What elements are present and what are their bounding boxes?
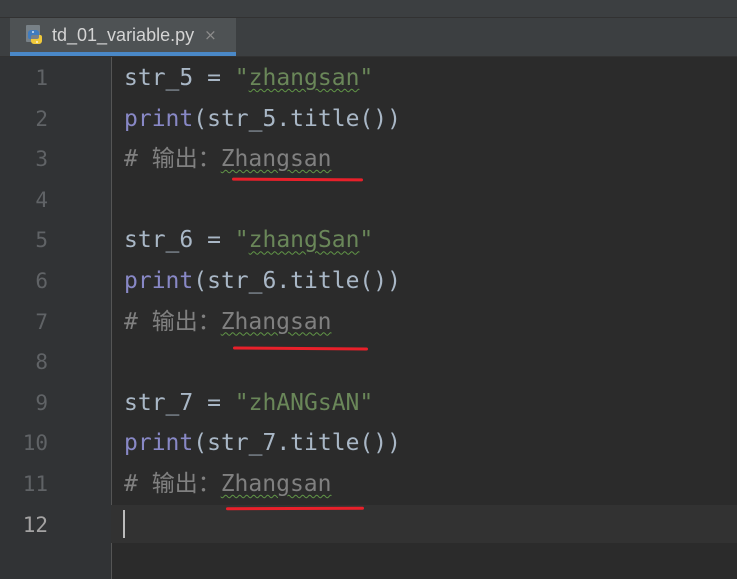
code-text[interactable]: str_7 = "zhANGsAN" (124, 383, 373, 423)
code-line[interactable]: 3 # 输出：Zhangsan (0, 139, 737, 179)
line-number[interactable]: 6 (0, 261, 48, 301)
code-token: Zhangsan (220, 471, 332, 497)
code-token: # 输出： (124, 146, 221, 173)
line-number[interactable]: 7 (0, 302, 48, 342)
code-text[interactable]: str_5 = "zhangsan" (124, 58, 373, 98)
top-toolbar-strip (0, 0, 737, 18)
code-token: " (234, 65, 249, 91)
line-number[interactable]: 11 (0, 464, 48, 504)
code-line[interactable]: 5 str_6 = "zhangSan" (0, 220, 737, 260)
code-token: (str_6.title()) (193, 268, 401, 294)
code-token: zhangSan (248, 227, 360, 254)
line-number[interactable]: 9 (0, 383, 48, 423)
code-token: "zhANGsAN" (234, 389, 374, 416)
code-text[interactable]: # 输出：Zhangsan (124, 139, 331, 179)
code-text[interactable]: # 输出：Zhangsan (124, 464, 331, 504)
tab-close-icon[interactable]: × (204, 26, 217, 44)
code-token: str_5 = (124, 65, 235, 91)
python-file-icon (24, 24, 46, 46)
code-line[interactable]: 11 # 输出：Zhangsan (0, 464, 737, 504)
code-token: " (359, 65, 374, 91)
code-line[interactable]: 9 str_7 = "zhANGsAN" (0, 383, 737, 423)
code-line[interactable]: 2 print(str_5.title()) (0, 99, 737, 139)
code-line[interactable]: 8 (0, 342, 737, 382)
line-number[interactable]: 1 (0, 58, 48, 98)
code-text[interactable]: str_6 = "zhangSan" (124, 220, 373, 260)
line-number[interactable]: 12 (0, 505, 48, 545)
code-token: # 输出： (124, 471, 221, 497)
line-number[interactable]: 10 (0, 423, 48, 463)
code-token: Zhangsan (220, 146, 332, 173)
line-number[interactable]: 4 (0, 180, 48, 220)
code-text[interactable]: # 输出：Zhangsan (124, 302, 331, 342)
code-token: print (124, 105, 194, 132)
editor-tab-bar: td_01_variable.py × (0, 18, 737, 57)
ide-window: td_01_variable.py × 1 str_5 = "zhangsan" 2… (0, 0, 737, 579)
tab-filename: td_01_variable.py (52, 24, 195, 45)
code-token: Zhangsan (220, 308, 332, 335)
line-number[interactable]: 3 (0, 139, 48, 179)
line-number[interactable]: 2 (0, 99, 48, 139)
code-token: str_7 = (124, 389, 235, 416)
code-token: print (124, 268, 194, 294)
code-token: zhangsan (248, 65, 360, 91)
editor-tab[interactable]: td_01_variable.py × (10, 18, 236, 56)
code-line[interactable]: 12 (0, 505, 737, 545)
code-token: " (359, 227, 374, 254)
red-annotation-underline (225, 506, 365, 511)
line-number[interactable]: 8 (0, 342, 48, 382)
code-token: # 输出： (124, 308, 221, 335)
code-text[interactable]: print(str_6.title()) (124, 261, 401, 301)
code-text[interactable]: print(str_5.title()) (124, 99, 401, 139)
line-number[interactable]: 5 (0, 220, 48, 260)
code-token: print (124, 430, 194, 457)
code-line[interactable]: 10 print(str_7.title()) (0, 423, 737, 463)
code-token: (str_7.title()) (193, 430, 401, 457)
code-line[interactable]: 6 print(str_6.title()) (0, 261, 737, 301)
code-text[interactable]: print(str_7.title()) (124, 423, 401, 463)
code-token: (str_5.title()) (193, 105, 401, 132)
code-token: " (234, 227, 249, 254)
code-line[interactable]: 7 # 输出：Zhangsan (0, 302, 737, 342)
text-caret (123, 510, 125, 538)
code-line[interactable]: 1 str_5 = "zhangsan" (0, 58, 737, 98)
code-line[interactable]: 4 (0, 180, 737, 220)
code-token: str_6 = (124, 227, 235, 254)
